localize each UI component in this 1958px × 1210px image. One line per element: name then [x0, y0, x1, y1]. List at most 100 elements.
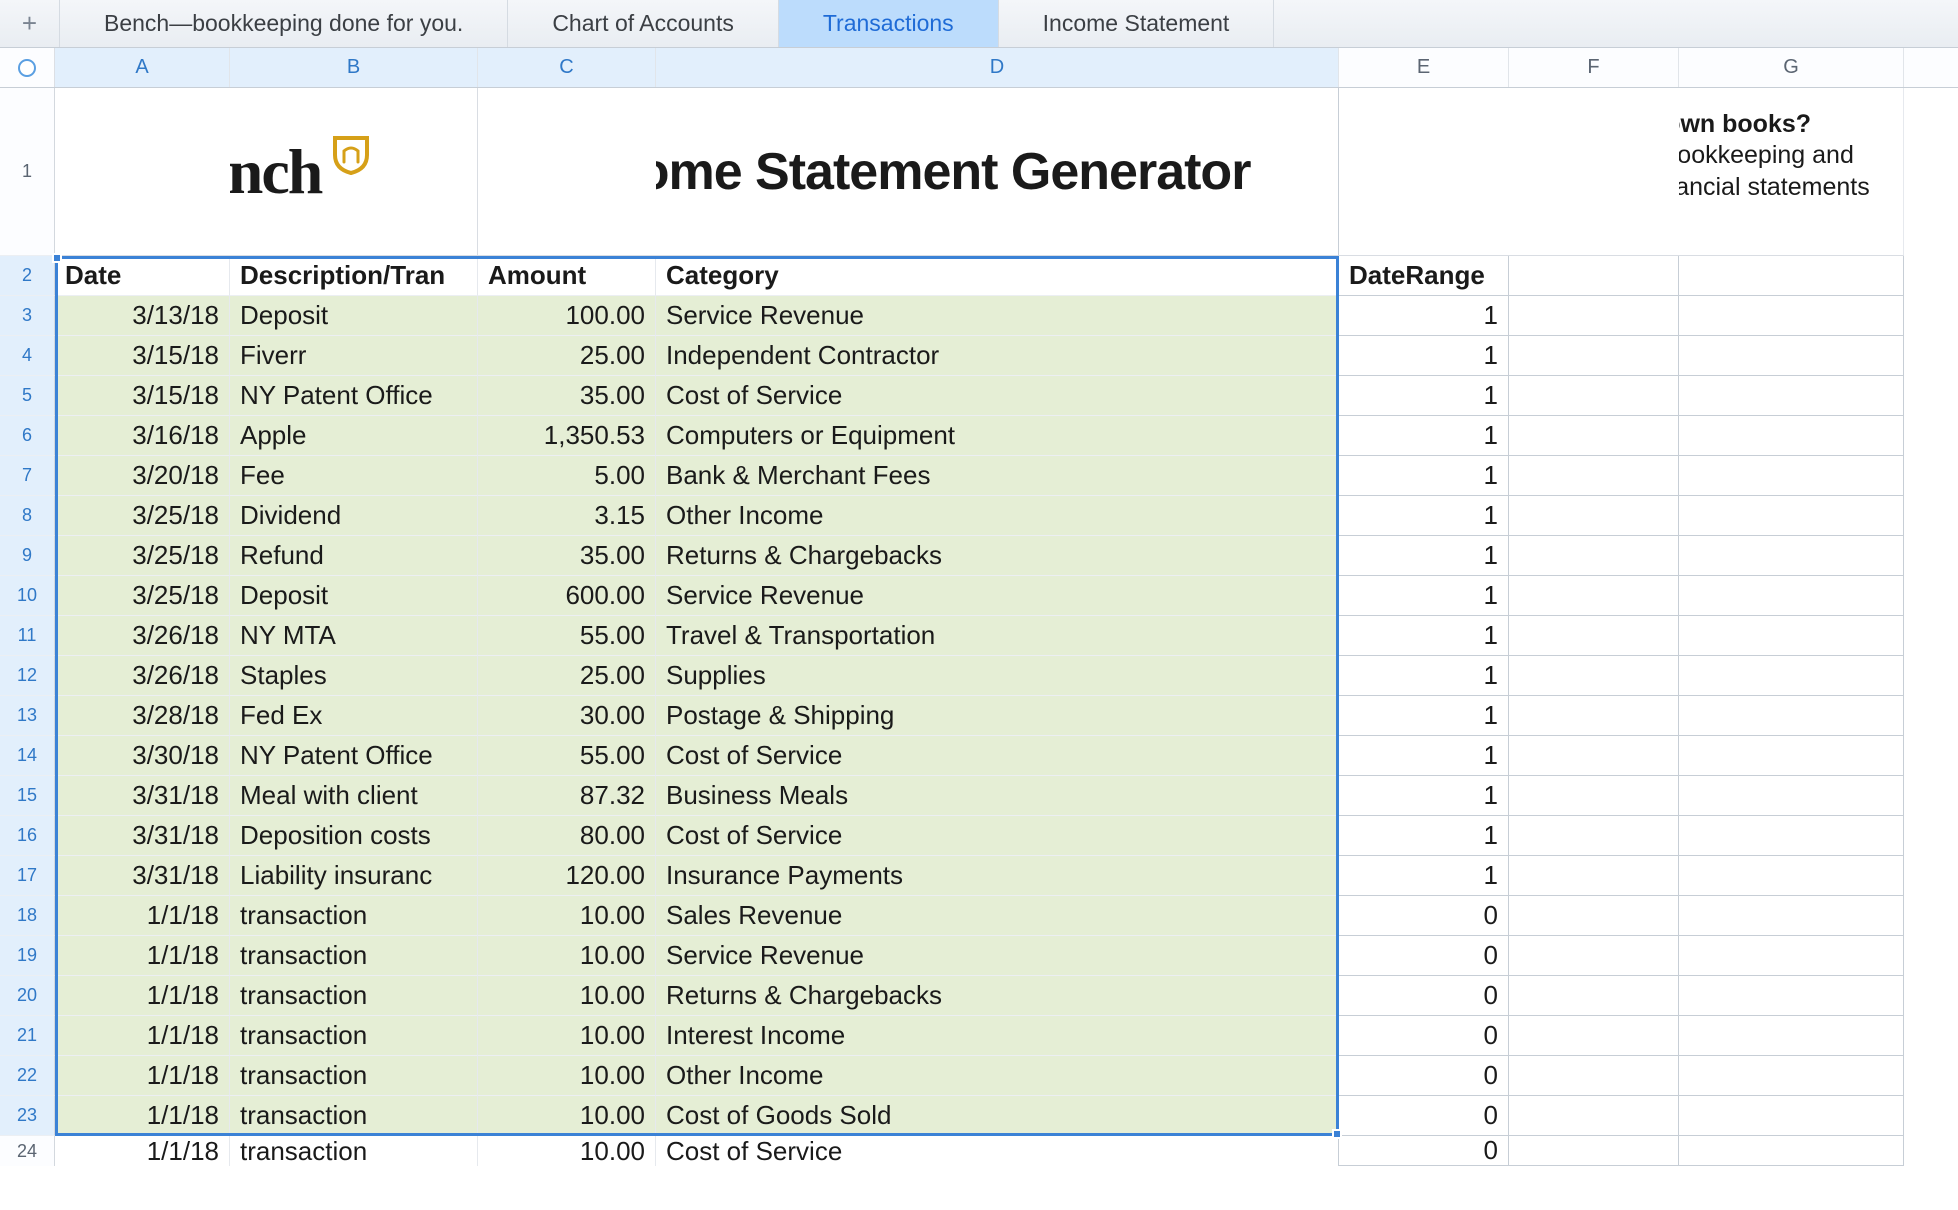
cell[interactable]: 0	[1339, 1016, 1509, 1056]
cell[interactable]: Independent Contractor	[656, 336, 1339, 376]
cell[interactable]	[1679, 416, 1904, 456]
cell[interactable]: 10.00	[478, 936, 656, 976]
cell[interactable]	[1509, 376, 1679, 416]
row-header[interactable]: 9	[0, 536, 55, 576]
cell[interactable]: Service Revenue	[656, 576, 1339, 616]
cell[interactable]: 10.00	[478, 1096, 656, 1136]
cell[interactable]: 87.32	[478, 776, 656, 816]
cell[interactable]: Cost of Goods Sold	[656, 1096, 1339, 1136]
cell[interactable]	[1679, 816, 1904, 856]
cell[interactable]	[1679, 896, 1904, 936]
cell[interactable]	[1679, 576, 1904, 616]
cell[interactable]: Liability insuranc	[230, 856, 478, 896]
cell[interactable]: Computers or Equipment	[656, 416, 1339, 456]
cell[interactable]: 35.00	[478, 536, 656, 576]
cell[interactable]: 3/30/18	[55, 736, 230, 776]
cell[interactable]: 1	[1339, 736, 1509, 776]
row-header[interactable]: 23	[0, 1096, 55, 1136]
header-category[interactable]: Category	[656, 256, 1339, 296]
cell[interactable]: 80.00	[478, 816, 656, 856]
cell[interactable]: Cost of Service	[656, 736, 1339, 776]
cell[interactable]: transaction	[230, 1096, 478, 1136]
header-description[interactable]: Description/Tran	[230, 256, 478, 296]
cell[interactable]: NY MTA	[230, 616, 478, 656]
cell[interactable]: 1	[1339, 456, 1509, 496]
cell[interactable]: 1,350.53	[478, 416, 656, 456]
cell[interactable]: Apple	[230, 416, 478, 456]
header-date[interactable]: Date	[55, 256, 230, 296]
col-header-C[interactable]: C	[478, 48, 656, 87]
col-header-E[interactable]: E	[1339, 48, 1509, 87]
col-header-D[interactable]: D	[656, 48, 1339, 87]
cell[interactable]: 1	[1339, 656, 1509, 696]
cell[interactable]: Returns & Chargebacks	[656, 536, 1339, 576]
cell[interactable]: Travel & Transportation	[656, 616, 1339, 656]
cell[interactable]: transaction	[230, 1136, 478, 1166]
cell[interactable]	[1509, 736, 1679, 776]
cell[interactable]: 3/31/18	[55, 816, 230, 856]
row-header[interactable]: 19	[0, 936, 55, 976]
row-header[interactable]: 22	[0, 1056, 55, 1096]
cell[interactable]: 10.00	[478, 976, 656, 1016]
cell[interactable]: 1/1/18	[55, 1016, 230, 1056]
cell[interactable]: 120.00	[478, 856, 656, 896]
cell[interactable]	[1679, 736, 1904, 776]
cell[interactable]: Insurance Payments	[656, 856, 1339, 896]
row-header[interactable]: 6	[0, 416, 55, 456]
cell[interactable]: 3/28/18	[55, 696, 230, 736]
cell[interactable]: 3/26/18	[55, 616, 230, 656]
cell[interactable]: Deposition costs	[230, 816, 478, 856]
cell[interactable]: Deposit	[230, 576, 478, 616]
cell[interactable]: 1/1/18	[55, 976, 230, 1016]
cell[interactable]: 1	[1339, 776, 1509, 816]
cell[interactable]: Staples	[230, 656, 478, 696]
cell[interactable]	[1509, 936, 1679, 976]
cell[interactable]	[1509, 536, 1679, 576]
cell[interactable]: Service Revenue	[656, 936, 1339, 976]
col-header-B[interactable]: B	[230, 48, 478, 87]
cell[interactable]: 1/1/18	[55, 1056, 230, 1096]
cell[interactable]	[1679, 1096, 1904, 1136]
cell[interactable]: 1	[1339, 696, 1509, 736]
cell[interactable]	[1679, 1056, 1904, 1096]
cell[interactable]: 1/1/18	[55, 936, 230, 976]
cell[interactable]: Business Meals	[656, 776, 1339, 816]
row-header-2[interactable]: 2	[0, 256, 55, 296]
cell[interactable]: Other Income	[656, 496, 1339, 536]
add-sheet-button[interactable]: +	[0, 0, 60, 47]
cell[interactable]: Sales Revenue	[656, 896, 1339, 936]
cell[interactable]: 1/1/18	[55, 1096, 230, 1136]
cell[interactable]	[1509, 496, 1679, 536]
cell[interactable]: 3/25/18	[55, 536, 230, 576]
cell[interactable]: Deposit	[230, 296, 478, 336]
cell[interactable]	[1509, 896, 1679, 936]
sheet-tab[interactable]: Income Statement	[999, 0, 1275, 47]
cell[interactable]: Cost of Service	[656, 816, 1339, 856]
cell[interactable]	[1679, 616, 1904, 656]
row-header[interactable]: 24	[0, 1136, 55, 1166]
cell[interactable]: 30.00	[478, 696, 656, 736]
sheet-tab[interactable]: Chart of Accounts	[508, 0, 779, 47]
cell[interactable]: transaction	[230, 896, 478, 936]
cell[interactable]: 3/25/18	[55, 496, 230, 536]
cell[interactable]	[1679, 976, 1904, 1016]
cell[interactable]	[1509, 976, 1679, 1016]
cell[interactable]: 55.00	[478, 616, 656, 656]
row-header[interactable]: 14	[0, 736, 55, 776]
cell[interactable]	[1509, 336, 1679, 376]
cell[interactable]: 3/31/18	[55, 776, 230, 816]
row-header[interactable]: 10	[0, 576, 55, 616]
header-F[interactable]	[1509, 256, 1679, 296]
cell[interactable]	[1679, 536, 1904, 576]
row-header[interactable]: 17	[0, 856, 55, 896]
cell[interactable]	[1679, 856, 1904, 896]
cell[interactable]: 1	[1339, 856, 1509, 896]
col-header-F[interactable]: F	[1509, 48, 1679, 87]
cell[interactable]	[1679, 1016, 1904, 1056]
row-header[interactable]: 13	[0, 696, 55, 736]
row-header[interactable]: 4	[0, 336, 55, 376]
cell[interactable]: Cost of Service	[656, 1136, 1339, 1166]
cell[interactable]: 0	[1339, 1136, 1509, 1166]
cell[interactable]: 55.00	[478, 736, 656, 776]
cell[interactable]	[1679, 456, 1904, 496]
